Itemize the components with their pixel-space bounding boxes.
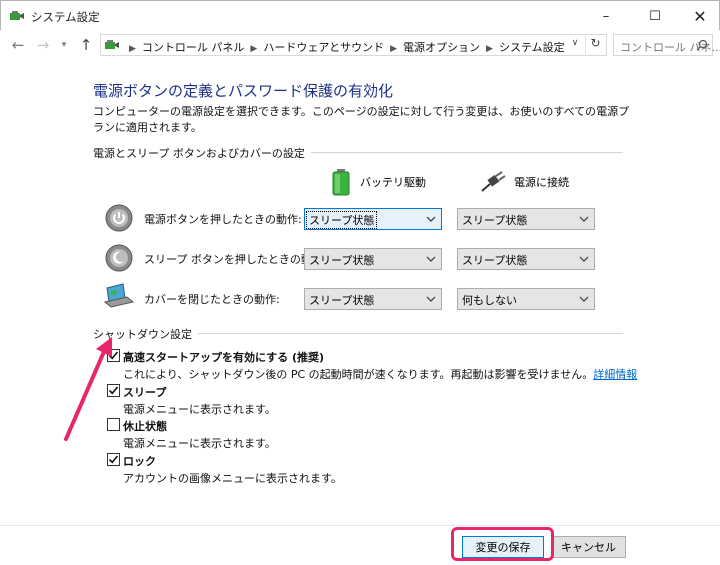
power-button-battery-select[interactable]: スリープ状態 [304,208,442,230]
chevron-down-icon [579,256,589,262]
sleep-button-plugged-select[interactable]: スリープ状態 [457,248,595,270]
breadcrumb-control-panel[interactable]: コントロール パネル [142,41,245,54]
select-value: スリープ状態 [305,211,378,229]
close-button[interactable]: ✕ [677,1,720,31]
battery-column-label: バッテリ駆動 [360,176,426,189]
chevron-right-icon[interactable]: ▶ [250,44,257,54]
sleep-description: 電源メニューに表示されます。 [123,403,276,416]
forward-arrow-icon[interactable]: → [33,35,53,55]
select-value: 何もしない [462,294,517,307]
maximize-button[interactable]: ☐ [632,1,678,31]
refresh-icon[interactable]: ↻ [585,36,605,54]
lock-label[interactable]: ロック [123,453,156,469]
chevron-down-icon [426,216,436,222]
sleep-button-action-label: スリープ ボタンを押したときの動作: [144,253,327,266]
breadcrumb-hardware-sound[interactable]: ハードウェアとサウンド [263,41,384,54]
select-value: スリープ状態 [462,254,528,267]
breadcrumb-system-settings[interactable]: システム設定 [499,41,565,54]
power-section-label: 電源とスリープ ボタンおよびカバーの設定 [93,145,311,161]
chevron-down-icon [426,256,436,262]
breadcrumb-power-options[interactable]: 電源オプション [403,41,480,54]
battery-column-header: バッテリ駆動 [330,168,426,196]
lid-close-plugged-select[interactable]: 何もしない [457,288,595,310]
chevron-down-icon [579,296,589,302]
select-value: スリープ状態 [309,294,375,307]
sleep-button-icon [105,244,133,272]
hibernate-description: 電源メニューに表示されます。 [123,437,276,450]
lock-checkbox[interactable] [107,453,120,466]
address-dropdown-icon[interactable]: ∨ [567,38,583,52]
sleep-label[interactable]: スリープ [123,384,166,400]
cancel-button[interactable]: キャンセル [551,536,626,558]
up-arrow-icon[interactable]: ↑ [76,35,96,55]
lid-close-action-label: カバーを閉じたときの動作: [144,293,280,306]
breadcrumb: ▶ コントロール パネル ▶ ハードウェアとサウンド ▶ 電源オプション ▶ システム設定 [123,39,565,55]
plug-icon [481,171,506,192]
search-icon [696,39,708,51]
power-options-icon [105,40,119,49]
more-info-link[interactable]: 詳細情報 [593,368,637,381]
chevron-down-icon [426,296,436,302]
minimize-button[interactable]: – [583,1,629,31]
sleep-button-battery-select[interactable]: スリープ状態 [304,248,442,270]
footer: 変更の保存 キャンセル [0,525,720,565]
select-value: スリープ状態 [462,214,528,227]
power-options-icon [10,11,24,20]
address-bar[interactable]: ▶ コントロール パネル ▶ ハードウェアとサウンド ▶ 電源オプション ▶ システム設定 ∨… [100,34,607,56]
fast-startup-description: これにより、シャットダウン後の PC の起動時間が速くなります。再起動は影響を受… [123,366,637,382]
chevron-right-icon[interactable]: ▶ [390,44,397,54]
recent-locations-chevron-icon[interactable]: ▾ [57,35,71,55]
lid-close-battery-select[interactable]: スリープ状態 [304,288,442,310]
lock-description: アカウントの画像メニューに表示されます。 [123,472,342,485]
annotation-arrow-icon [64,337,112,441]
page-title: 電源ボタンの定義とパスワード保護の有効化 [93,82,394,100]
power-button-icon [105,204,133,232]
annotation-highlight-box [451,527,554,561]
search-input[interactable]: コントロール パネ... [613,34,720,56]
hibernate-label[interactable]: 休止状態 [123,418,167,434]
title-bar: システム設定 – ☐ ✕ [0,0,720,30]
battery-icon [332,169,350,196]
chevron-down-icon [579,216,589,222]
chevron-right-icon[interactable]: ▶ [486,44,493,54]
power-button-action-label: 電源ボタンを押したときの動作: [144,213,302,226]
power-button-plugged-select[interactable]: スリープ状態 [457,208,595,230]
fast-startup-desc-text: これにより、シャットダウン後の PC の起動時間が速くなります。再起動は影響を受… [123,368,594,381]
fast-startup-label[interactable]: 高速スタートアップを有効にする (推奨) [123,349,324,365]
navigation-bar: ← → ▾ ↑ ▶ コントロール パネル ▶ ハードウェアとサウンド ▶ 電源オプション ▶… [0,30,720,60]
plugged-column-label: 電源に接続 [514,176,569,189]
page-description: コンピューターの電源設定を選択できます。このページの設定に対して行う変更は、お使… [93,105,630,134]
plugged-column-header: 電源に接続 [480,168,569,196]
chevron-right-icon: ▶ [129,44,136,54]
checkmark-icon [108,455,119,464]
main-content: 電源ボタンの定義とパスワード保護の有効化 コンピューターの電源設定を選択できます… [0,60,720,525]
laptop-lid-icon [103,283,135,308]
select-value: スリープ状態 [309,254,375,267]
window-title: システム設定 [31,10,100,24]
back-arrow-icon[interactable]: ← [8,35,28,55]
